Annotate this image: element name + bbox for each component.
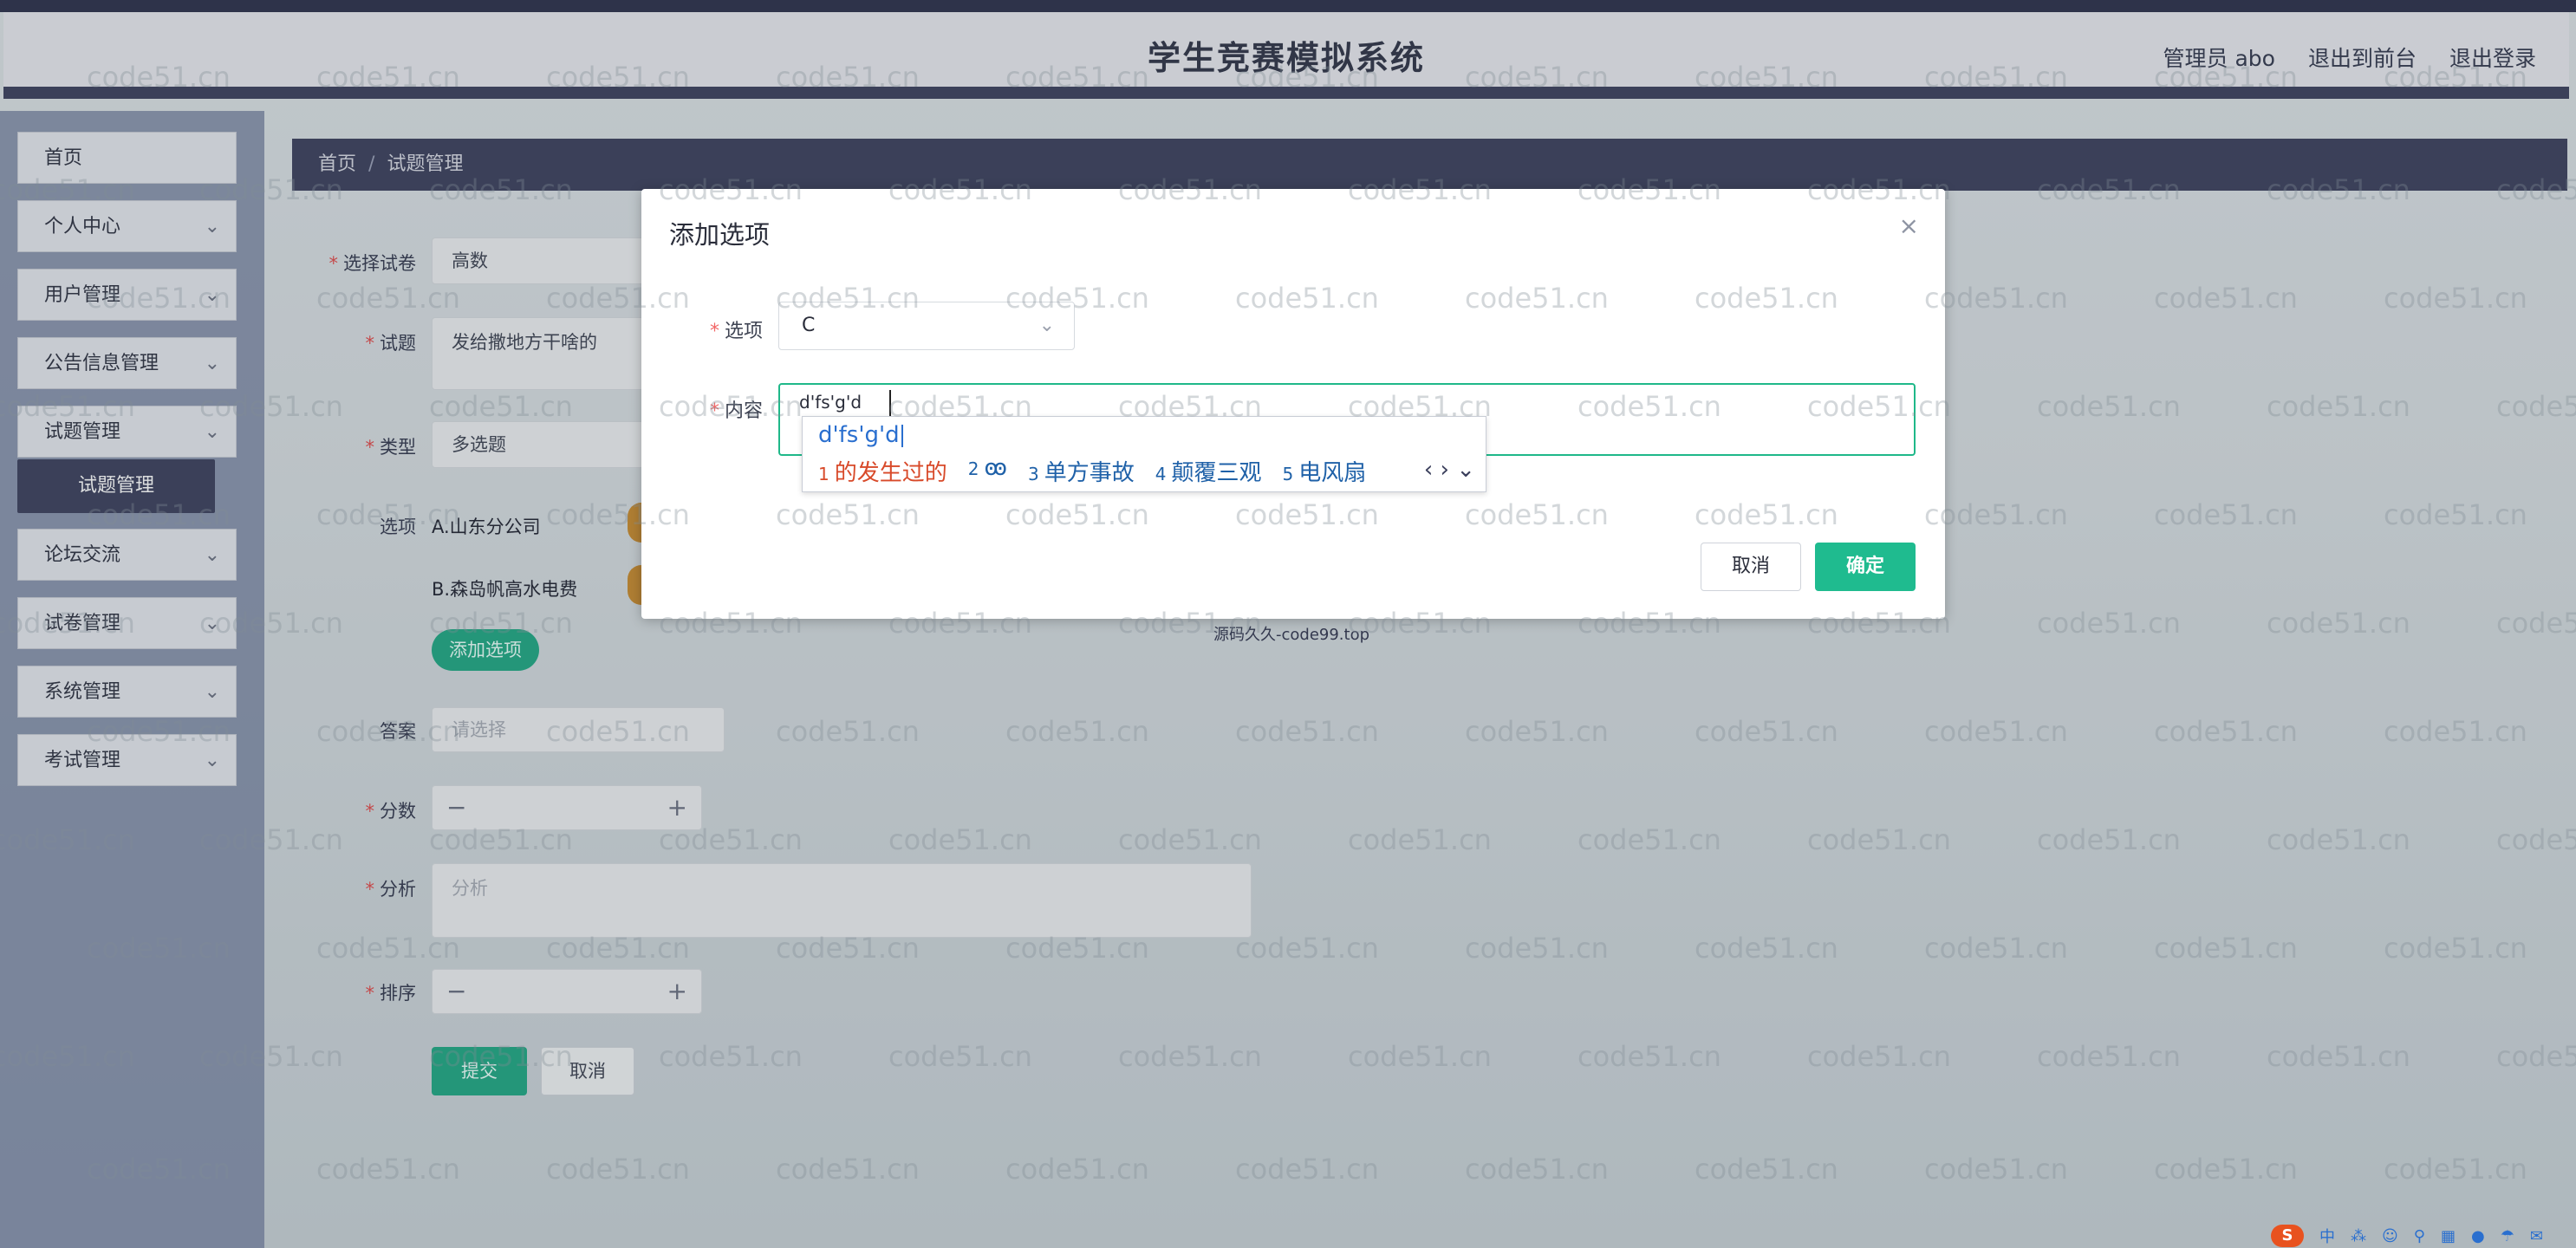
voice-icon[interactable]: ⚲	[2414, 1227, 2425, 1245]
option-label: * 选项	[709, 321, 763, 342]
source-text: 源码久久-code99.top	[1213, 626, 1370, 644]
dialog-cancel-button[interactable]: 取消	[1701, 543, 1801, 591]
add-option-dialog: 添加选项 × * 选项 C ⌄ * 内容 d'fs'g'd 取消 确定	[641, 189, 1945, 619]
close-icon[interactable]: ×	[1899, 211, 1919, 240]
chinese-mode-icon[interactable]: 中	[2319, 1225, 2335, 1247]
dialog-title: 添加选项	[669, 220, 771, 250]
option-select-value: C	[802, 315, 816, 336]
dialog-confirm-button[interactable]: 确定	[1815, 543, 1916, 591]
toolbox-icon[interactable]: ☂	[2501, 1227, 2514, 1245]
ime-candidate-window: d'fs'g'd 1 的发生过的 2ꙭ 3 单方事故 4 颠覆三观 5 电风扇 ‹ › …	[802, 416, 1486, 492]
option-select[interactable]: C ⌄	[778, 302, 1075, 350]
ime-candidate[interactable]: 3 单方事故	[1028, 455, 1135, 487]
ime-candidate[interactable]: 1 的发生过的	[818, 455, 947, 487]
text-cursor-icon	[889, 390, 891, 416]
ime-candidate[interactable]: 2ꙭ	[968, 455, 1007, 487]
emoji-icon[interactable]: ☺	[2382, 1227, 2398, 1245]
ime-page-arrows-icon[interactable]: ‹ › ⌄	[1424, 457, 1475, 483]
ime-candidate[interactable]: 5 电风扇	[1282, 455, 1366, 487]
system-tray: S 中 ⁂ ☺ ⚲ ▦ ● ☂ ✉	[2271, 1224, 2576, 1248]
keyboard-icon[interactable]: ▦	[2441, 1227, 2456, 1245]
sogou-ime-icon[interactable]: S	[2271, 1225, 2304, 1247]
ime-candidates: 1 的发生过的 2ꙭ 3 单方事故 4 颠覆三观 5 电风扇	[818, 455, 1366, 487]
message-icon[interactable]: ✉	[2530, 1227, 2543, 1245]
ime-candidate[interactable]: 4 颠覆三观	[1155, 455, 1262, 487]
emoji-icon: ꙭ	[984, 455, 1007, 481]
ime-composition: d'fs'g'd	[818, 422, 903, 448]
content-label: * 内容	[709, 400, 763, 422]
skin-icon[interactable]: ●	[2471, 1227, 2485, 1245]
chevron-down-icon: ⌄	[1038, 315, 1055, 336]
punctuation-icon[interactable]: ⁂	[2351, 1227, 2366, 1245]
